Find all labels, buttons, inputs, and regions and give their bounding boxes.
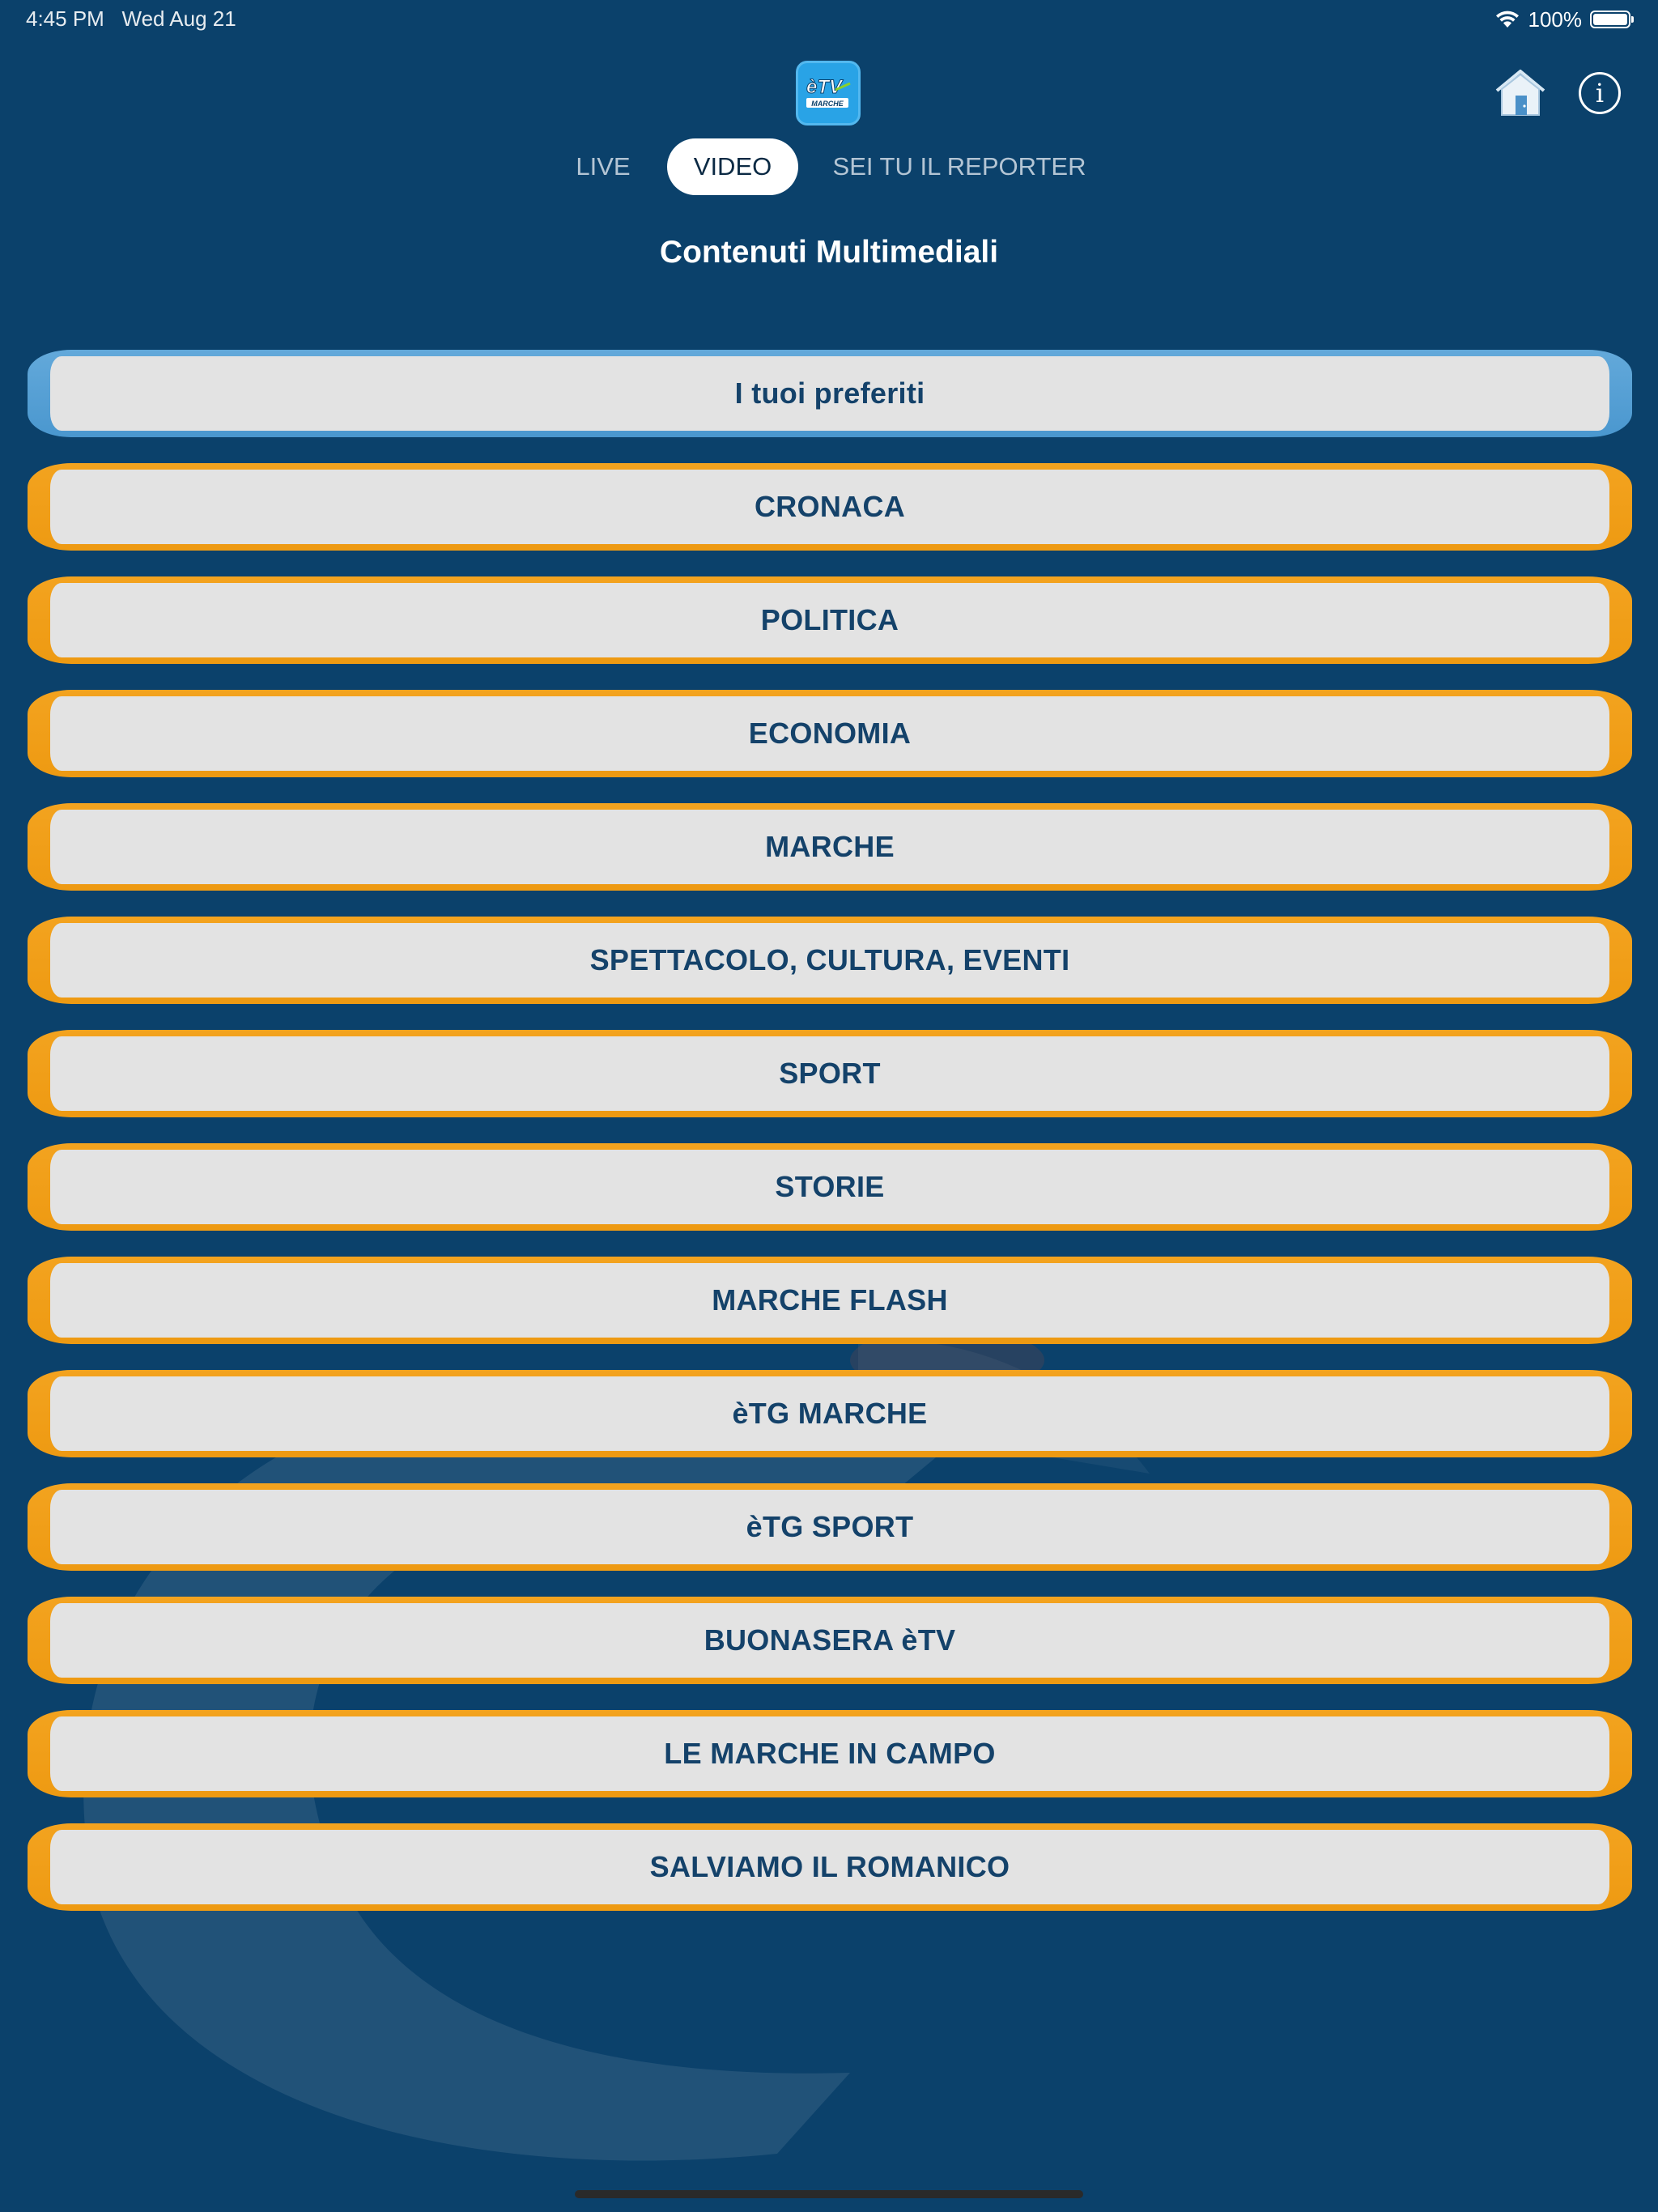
category-button-le-marche-in-campo[interactable]: LE MARCHE IN CAMPO — [28, 1710, 1632, 1797]
battery-percentage: 100% — [1528, 6, 1583, 32]
home-icon — [1495, 70, 1545, 116]
category-button-etg-sport[interactable]: èTG SPORT — [28, 1483, 1632, 1571]
category-label: MARCHE FLASH — [712, 1283, 948, 1317]
category-label: SPETTACOLO, CULTURA, EVENTI — [589, 943, 1070, 976]
category-label: CRONACA — [754, 490, 906, 523]
tab-live[interactable]: LIVE — [567, 138, 640, 195]
category-label: I tuoi preferiti — [734, 376, 925, 410]
category-button-economia[interactable]: ECONOMIA — [28, 690, 1632, 777]
category-label: STORIE — [775, 1170, 885, 1203]
wifi-icon — [1495, 11, 1519, 28]
category-label: BUONASERA èTV — [704, 1623, 956, 1657]
category-button-sport[interactable]: SPORT — [28, 1030, 1632, 1117]
category-label: MARCHE — [765, 830, 895, 863]
home-indicator[interactable] — [575, 2190, 1083, 2198]
logo-subtext: MARCHE — [811, 100, 844, 108]
category-button-etg-marche[interactable]: èTG MARCHE — [28, 1370, 1632, 1457]
info-icon: i — [1595, 78, 1605, 108]
category-list: I tuoi preferiti CRONACA POLITICA ECONOM… — [28, 350, 1632, 1937]
status-date: Wed Aug 21 — [121, 6, 236, 31]
category-button-spettacolo[interactable]: SPETTACOLO, CULTURA, EVENTI — [28, 917, 1632, 1004]
page-title: Contenuti Multimediali — [659, 235, 999, 270]
tab-video[interactable]: VIDEO — [667, 138, 798, 195]
category-button-salviamo-il-romanico[interactable]: SALVIAMO IL ROMANICO — [28, 1823, 1632, 1911]
category-button-favorites[interactable]: I tuoi preferiti — [28, 350, 1632, 437]
category-label: POLITICA — [760, 603, 899, 636]
category-button-cronaca[interactable]: CRONACA — [28, 463, 1632, 551]
category-label: SPORT — [779, 1057, 881, 1090]
etv-marche-logo-icon: èTV MARCHE — [806, 76, 851, 108]
status-clock: 4:45 PM — [26, 6, 104, 31]
battery-icon — [1590, 11, 1634, 28]
category-button-storie[interactable]: STORIE — [28, 1143, 1632, 1231]
status-indicators: 100% — [1494, 5, 1634, 34]
category-button-marche-flash[interactable]: MARCHE FLASH — [28, 1257, 1632, 1344]
category-button-buonasera-etv[interactable]: BUONASERA èTV — [28, 1597, 1632, 1684]
info-button[interactable]: i — [1579, 72, 1621, 114]
category-label: ECONOMIA — [748, 717, 912, 750]
tab-sei-tu-il-reporter[interactable]: SEI TU IL REPORTER — [826, 138, 1093, 195]
category-label: SALVIAMO IL ROMANICO — [649, 1850, 1010, 1883]
home-button[interactable] — [1494, 68, 1547, 118]
category-label: èTG MARCHE — [732, 1397, 928, 1430]
app-logo: èTV MARCHE — [796, 61, 861, 125]
logo-text: èTV — [806, 76, 844, 98]
category-label: èTG SPORT — [746, 1510, 914, 1543]
segmented-tabs: LIVE VIDEO SEI TU IL REPORTER — [0, 138, 1658, 195]
category-label: LE MARCHE IN CAMPO — [664, 1737, 996, 1770]
status-bar: 4:45 PM Wed Aug 21 100% — [0, 0, 1658, 39]
status-time: 4:45 PM Wed Aug 21 — [26, 6, 236, 32]
category-button-politica[interactable]: POLITICA — [28, 576, 1632, 664]
category-button-marche[interactable]: MARCHE — [28, 803, 1632, 891]
